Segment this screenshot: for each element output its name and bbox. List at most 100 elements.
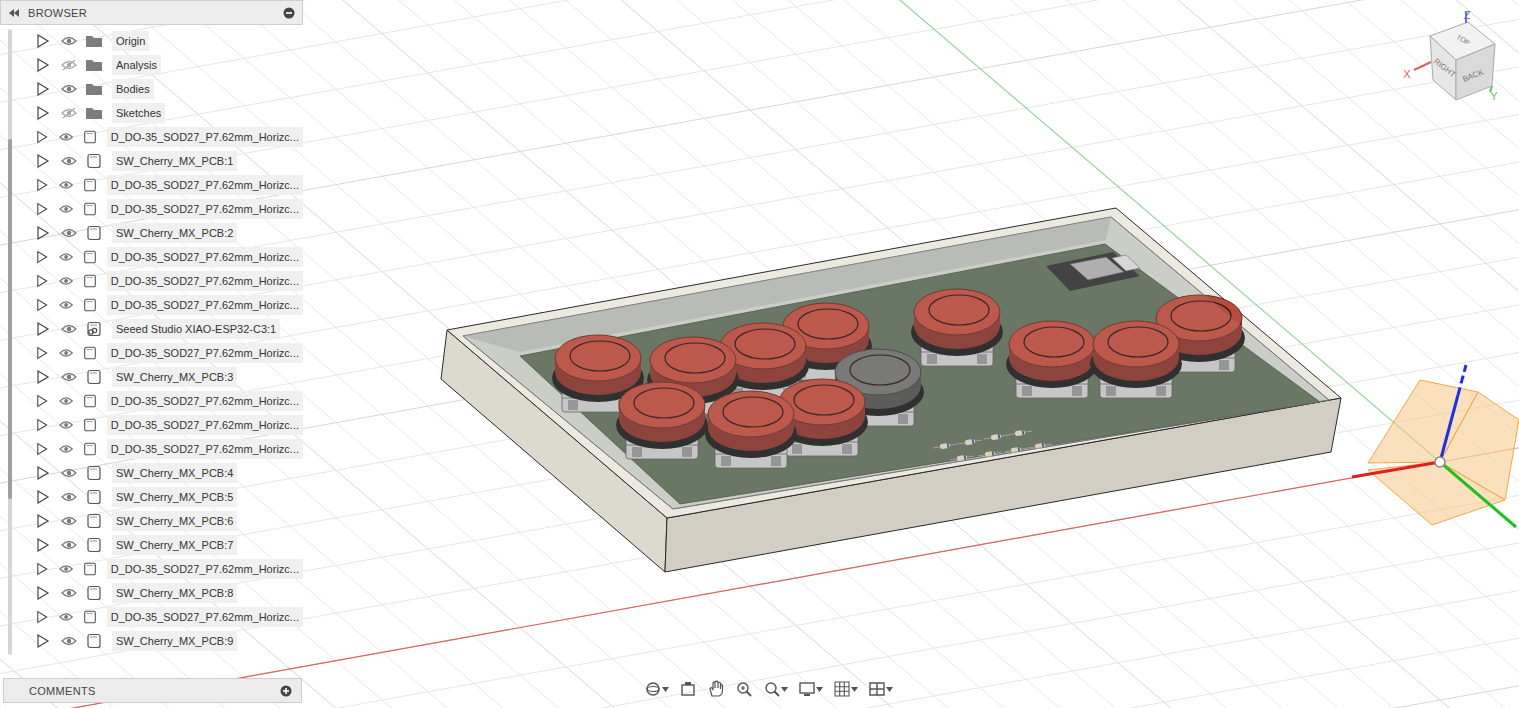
component-icon[interactable]: [85, 513, 103, 529]
browser-item-label[interactable]: SW_Cherry_MX_PCB:8: [112, 583, 237, 603]
collapsed-arrow-icon[interactable]: [36, 154, 50, 168]
browser-item[interactable]: Sketches: [0, 101, 303, 125]
origin-z-axis[interactable]: [1458, 365, 1466, 395]
collapsed-arrow-icon[interactable]: [36, 370, 50, 384]
eye-icon[interactable]: [61, 323, 77, 335]
collapsed-arrow-icon[interactable]: [36, 34, 50, 48]
browser-item-label[interactable]: D_DO-35_SOD27_P7.62mm_Horizc...: [107, 559, 303, 579]
viewcube[interactable]: TOPRIGHTBACKZXY: [1395, 5, 1515, 115]
browser-item[interactable]: SW_Cherry_MX_PCB:3: [0, 365, 303, 389]
add-comment-icon[interactable]: [280, 685, 292, 697]
browser-item[interactable]: D_DO-35_SOD27_P7.62mm_Horizc...: [0, 293, 303, 317]
browser-item-label[interactable]: SW_Cherry_MX_PCB:5: [112, 487, 237, 507]
browser-item-label[interactable]: Analysis: [112, 55, 161, 75]
grid-settings-icon[interactable]: [833, 680, 851, 698]
component-icon[interactable]: [82, 249, 98, 265]
collapse-icon[interactable]: [8, 8, 20, 18]
browser-item-label[interactable]: D_DO-35_SOD27_P7.62mm_Horizc...: [107, 439, 303, 459]
eye-icon[interactable]: [61, 35, 77, 47]
viewcube-face-label[interactable]: RIGHT: [1432, 57, 1457, 79]
collapsed-arrow-icon[interactable]: [36, 346, 48, 360]
browser-item[interactable]: D_DO-35_SOD27_P7.62mm_Horizc...: [0, 341, 303, 365]
eye-icon[interactable]: [61, 227, 77, 239]
browser-item-label[interactable]: SW_Cherry_MX_PCB:2: [112, 223, 237, 243]
browser-item[interactable]: SW_Cherry_MX_PCB:9: [0, 629, 303, 653]
component-icon[interactable]: [85, 369, 103, 385]
scrollbar-track[interactable]: [8, 29, 12, 655]
browser-item[interactable]: Bodies: [0, 77, 303, 101]
folder-icon[interactable]: [85, 57, 103, 73]
eye-icon[interactable]: [59, 275, 73, 287]
eye-hidden-icon[interactable]: [61, 59, 77, 71]
origin-y-axis[interactable]: [1440, 462, 1516, 527]
browser-item-label[interactable]: D_DO-35_SOD27_P7.62mm_Horizc...: [107, 175, 303, 195]
component-icon[interactable]: [85, 225, 103, 241]
component-icon[interactable]: [82, 609, 98, 625]
collapsed-arrow-icon[interactable]: [36, 442, 48, 456]
origin-x-axis[interactable]: [1352, 462, 1440, 477]
linked-component-icon[interactable]: [85, 321, 103, 337]
component-icon[interactable]: [82, 417, 98, 433]
look-at-icon[interactable]: [679, 680, 697, 698]
browser-item[interactable]: SW_Cherry_MX_PCB:2: [0, 221, 303, 245]
eye-icon[interactable]: [59, 563, 73, 575]
component-icon[interactable]: [82, 441, 98, 457]
viewcube-back-face[interactable]: [1456, 44, 1495, 100]
eye-icon[interactable]: [59, 179, 73, 191]
collapsed-arrow-icon[interactable]: [36, 562, 48, 576]
collapsed-arrow-icon[interactable]: [36, 418, 48, 432]
viewports-icon[interactable]: [868, 680, 886, 698]
collapsed-arrow-icon[interactable]: [36, 58, 50, 72]
browser-item-label[interactable]: D_DO-35_SOD27_P7.62mm_Horizc...: [107, 127, 303, 147]
browser-item[interactable]: Seeed Studio XIAO-ESP32-C3:1: [0, 317, 303, 341]
scrollbar-thumb[interactable]: [8, 139, 12, 499]
component-icon[interactable]: [85, 633, 103, 649]
browser-item[interactable]: D_DO-35_SOD27_P7.62mm_Horizc...: [0, 197, 303, 221]
component-icon[interactable]: [85, 537, 103, 553]
browser-item-label[interactable]: SW_Cherry_MX_PCB:3: [112, 367, 237, 387]
browser-item[interactable]: D_DO-35_SOD27_P7.62mm_Horizc...: [0, 269, 303, 293]
eye-icon[interactable]: [61, 539, 77, 551]
toolbar-button[interactable]: [641, 677, 672, 701]
collapsed-arrow-icon[interactable]: [36, 202, 48, 216]
eye-icon[interactable]: [61, 587, 77, 599]
eye-icon[interactable]: [59, 251, 73, 263]
eye-icon[interactable]: [61, 467, 77, 479]
component-icon[interactable]: [85, 489, 103, 505]
collapsed-arrow-icon[interactable]: [36, 298, 48, 312]
collapsed-arrow-icon[interactable]: [36, 106, 50, 120]
browser-item-label[interactable]: D_DO-35_SOD27_P7.62mm_Horizc...: [107, 343, 303, 363]
browser-item-label[interactable]: D_DO-35_SOD27_P7.62mm_Horizc...: [107, 391, 303, 411]
browser-item[interactable]: D_DO-35_SOD27_P7.62mm_Horizc...: [0, 245, 303, 269]
dropdown-arrow-icon[interactable]: [816, 687, 823, 692]
collapsed-arrow-icon[interactable]: [36, 394, 48, 408]
component-icon[interactable]: [85, 153, 103, 169]
collapsed-arrow-icon[interactable]: [36, 466, 50, 480]
eye-icon[interactable]: [59, 443, 73, 455]
collapsed-arrow-icon[interactable]: [36, 586, 50, 600]
origin-triad[interactable]: [1352, 365, 1519, 527]
component-icon[interactable]: [82, 201, 98, 217]
browser-item[interactable]: SW_Cherry_MX_PCB:4: [0, 461, 303, 485]
browser-item[interactable]: D_DO-35_SOD27_P7.62mm_Horizc...: [0, 413, 303, 437]
browser-item-label[interactable]: D_DO-35_SOD27_P7.62mm_Horizc...: [107, 199, 303, 219]
eye-icon[interactable]: [61, 491, 77, 503]
dropdown-arrow-icon[interactable]: [781, 687, 788, 692]
collapsed-arrow-icon[interactable]: [36, 274, 48, 288]
browser-item-label[interactable]: SW_Cherry_MX_PCB:6: [112, 511, 237, 531]
browser-item-label[interactable]: Origin: [112, 31, 149, 51]
gamepad-model[interactable]: [441, 208, 1341, 572]
browser-item[interactable]: D_DO-35_SOD27_P7.62mm_Horizc...: [0, 173, 303, 197]
browser-item[interactable]: D_DO-35_SOD27_P7.62mm_Horizc...: [0, 437, 303, 461]
browser-item-label[interactable]: Seeed Studio XIAO-ESP32-C3:1: [112, 319, 280, 339]
eye-icon[interactable]: [59, 611, 73, 623]
folder-icon[interactable]: [85, 33, 103, 49]
zoom-icon[interactable]: [735, 680, 753, 698]
browser-item[interactable]: SW_Cherry_MX_PCB:8: [0, 581, 303, 605]
orbit-icon[interactable]: [644, 680, 662, 698]
collapsed-arrow-icon[interactable]: [36, 130, 48, 144]
browser-item[interactable]: SW_Cherry_MX_PCB:7: [0, 533, 303, 557]
toolbar-button[interactable]: [704, 677, 728, 701]
browser-item-label[interactable]: D_DO-35_SOD27_P7.62mm_Horizc...: [107, 271, 303, 291]
component-icon[interactable]: [82, 345, 98, 361]
